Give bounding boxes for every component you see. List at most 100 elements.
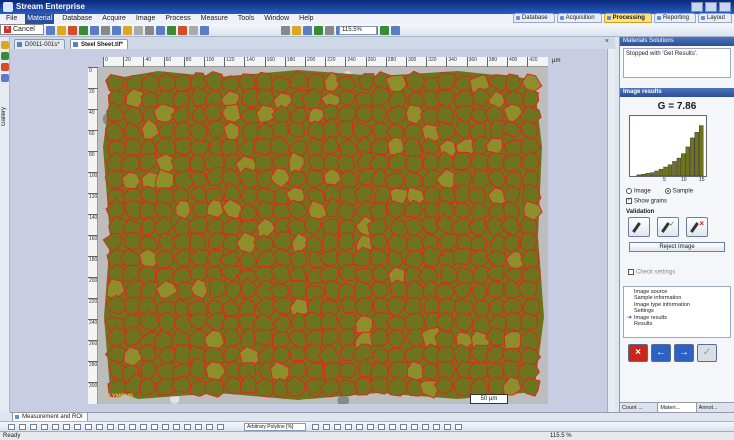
toolbar-tool-icon[interactable]	[303, 26, 312, 35]
show-grains-checkbox[interactable]: Show grains	[626, 196, 667, 204]
toolbar-tool-icon[interactable]	[57, 26, 66, 35]
menu-item-image[interactable]: Image	[134, 14, 157, 24]
minimize-icon[interactable]	[691, 2, 703, 12]
measurement-tool-icon[interactable]	[52, 424, 59, 430]
radio-sample[interactable]: Sample	[664, 188, 693, 195]
toolbar-tool-icon[interactable]	[314, 26, 323, 35]
measurement-tool-icon[interactable]	[334, 424, 341, 430]
toolbar-tool-icon[interactable]	[178, 26, 187, 35]
measurement-tool-icon[interactable]	[85, 424, 92, 430]
reject-image-button[interactable]: Reject Image	[629, 242, 725, 253]
measurement-tool-icon[interactable]	[162, 424, 169, 430]
menu-item-database[interactable]: Database	[60, 14, 94, 24]
menu-item-help[interactable]: Help	[297, 14, 315, 24]
menu-item-window[interactable]: Window	[262, 14, 291, 24]
next-button[interactable]: →	[674, 343, 694, 362]
measurement-tool-icon[interactable]	[455, 424, 462, 430]
document-tab[interactable]: D0011-001s*	[14, 39, 65, 49]
measurement-tool-icon[interactable]	[323, 424, 330, 430]
menu-item-material[interactable]: Material	[25, 14, 55, 24]
measurement-tool-icon[interactable]	[217, 424, 224, 430]
measurement-tool-icon[interactable]	[444, 424, 451, 430]
cancel-menu-item[interactable]: Cancel	[13, 26, 35, 33]
menu-item-process[interactable]: Process	[163, 14, 192, 24]
toolbar-tool-icon[interactable]	[145, 26, 154, 35]
measurement-tool-icon[interactable]	[107, 424, 114, 430]
measurement-tool-icon[interactable]	[19, 424, 26, 430]
tab-database[interactable]: Database	[512, 13, 555, 23]
measurement-tool-icon[interactable]	[118, 424, 125, 430]
measurement-tool-icon[interactable]	[411, 424, 418, 430]
toolbar-tool-icon[interactable]	[200, 26, 209, 35]
reject-edit-button[interactable]: ×	[686, 217, 708, 238]
panel-tab[interactable]: Count ...	[620, 403, 659, 412]
layers-icon[interactable]	[1, 74, 9, 82]
gallery-label[interactable]: Gallery	[1, 107, 7, 126]
measurement-tool-icon[interactable]	[140, 424, 147, 430]
panel-tab[interactable]: Materi...	[658, 403, 697, 412]
finish-button[interactable]: ✓	[697, 343, 717, 362]
workflow-step[interactable]: Results	[628, 321, 726, 328]
close-icon[interactable]	[719, 2, 731, 12]
measurement-tool-icon[interactable]	[400, 424, 407, 430]
measurement-tool-icon[interactable]	[422, 424, 429, 430]
toolbar-tool-icon[interactable]	[189, 26, 198, 35]
measurement-tool-icon[interactable]	[345, 424, 352, 430]
menu-item-measure[interactable]: Measure	[199, 14, 230, 24]
measurement-select[interactable]: Arbitrary Polyline [%]	[244, 423, 306, 431]
toolbar-tool-icon[interactable]	[134, 26, 143, 35]
toolbar-tool-icon[interactable]	[156, 26, 165, 35]
menu-item-acquire[interactable]: Acquire	[100, 14, 128, 24]
measurement-tool-icon[interactable]	[433, 424, 440, 430]
tab-reporting[interactable]: Reporting	[653, 13, 696, 23]
measurement-tool-icon[interactable]	[206, 424, 213, 430]
measurement-tool-icon[interactable]	[74, 424, 81, 430]
toolbar-tool-icon[interactable]	[101, 26, 110, 35]
measurement-tool-icon[interactable]	[378, 424, 385, 430]
check-settings-option[interactable]: Check settings	[620, 255, 734, 276]
microstructure-image[interactable]	[98, 67, 548, 404]
tab-layout[interactable]: Layout	[697, 13, 732, 23]
measurement-tool-icon[interactable]	[41, 424, 48, 430]
camera-icon[interactable]	[1, 52, 9, 60]
maximize-icon[interactable]	[705, 2, 717, 12]
back-button[interactable]: ←	[651, 343, 671, 362]
radio-image[interactable]: Image	[626, 188, 651, 195]
measurement-tool-icon[interactable]	[356, 424, 363, 430]
tool-icon[interactable]	[1, 63, 9, 71]
measurement-tool-icon[interactable]	[389, 424, 396, 430]
toolbar-tool-icon[interactable]	[292, 26, 301, 35]
tab-processing[interactable]: Processing	[603, 13, 652, 23]
canvas-scrollbar[interactable]	[607, 49, 615, 412]
toolbar-tool-icon[interactable]	[281, 26, 290, 35]
toolbar-tool-icon[interactable]	[325, 26, 334, 35]
menu-item-file[interactable]: File	[4, 14, 19, 24]
measurement-tool-icon[interactable]	[367, 424, 374, 430]
panel-tab[interactable]: Annot...	[697, 403, 734, 412]
measurement-tool-icon[interactable]	[96, 424, 103, 430]
measurement-tool-icon[interactable]	[129, 424, 136, 430]
measurement-tool-icon[interactable]	[30, 424, 37, 430]
toolbar-tool-icon[interactable]	[90, 26, 99, 35]
measurement-tool-icon[interactable]	[63, 424, 70, 430]
toolbar-tool-icon[interactable]	[123, 26, 132, 35]
cancel-workflow-button[interactable]: ×	[628, 343, 648, 362]
toolbar-tool-icon[interactable]	[79, 26, 88, 35]
accept-edit-button[interactable]: ✓	[657, 217, 679, 238]
document-tab[interactable]: Steel Sheet.tif*	[70, 39, 129, 49]
measurement-tool-icon[interactable]	[151, 424, 158, 430]
folder-icon[interactable]	[1, 41, 9, 49]
measurement-tool-icon[interactable]	[8, 424, 15, 430]
toolbar-tool-icon[interactable]	[167, 26, 176, 35]
edit-grains-button[interactable]	[628, 217, 650, 238]
toolbar-tool-icon[interactable]	[112, 26, 121, 35]
material-menu-popup[interactable]: × Cancel	[0, 24, 44, 35]
tab-acquisition[interactable]: Acquisition	[556, 13, 602, 23]
measurement-tool-icon[interactable]	[195, 424, 202, 430]
toolbar-tool-icon[interactable]	[68, 26, 77, 35]
zoom-combo[interactable]: 115.5%	[339, 26, 377, 35]
toolbar-tool-icon[interactable]	[391, 26, 400, 35]
measurement-tool-icon[interactable]	[312, 424, 319, 430]
measurement-tool-icon[interactable]	[184, 424, 191, 430]
menu-item-tools[interactable]: Tools	[236, 14, 256, 24]
